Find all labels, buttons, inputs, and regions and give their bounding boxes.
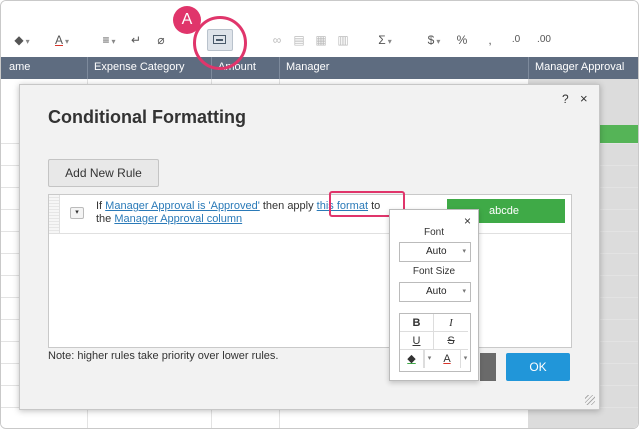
sum-icon: Σ	[378, 33, 386, 47]
image-button[interactable]: ▤	[291, 31, 307, 49]
chart-button[interactable]: ▦	[313, 31, 329, 49]
freeze-icon: ▥	[337, 33, 349, 47]
sum-button[interactable]: Σ ▾	[371, 31, 399, 49]
rules-list: ▾ If Manager Approval is 'Approved' then…	[48, 194, 572, 348]
style-grid: B I U S ◆ ▾ A ▾	[399, 313, 471, 372]
column-header[interactable]: Expense Category	[94, 61, 185, 73]
rule-menu-button[interactable]: ▾	[70, 207, 84, 219]
eraser-icon: ⌀	[157, 33, 165, 47]
font-size-label: Font Size	[412, 266, 456, 277]
column-header[interactable]: Manager Approval	[535, 61, 624, 73]
chevron-down-icon: ▾	[462, 288, 466, 295]
comma-icon: ,	[488, 33, 492, 47]
font-size-select[interactable]: Auto ▾	[399, 282, 471, 302]
thousands-button[interactable]: ,	[485, 31, 495, 49]
column-header[interactable]: ame	[9, 61, 30, 73]
text-color-icon: A	[54, 33, 63, 47]
dialog-title: Conditional Formatting	[48, 107, 246, 127]
image-icon: ▤	[293, 33, 305, 47]
currency-button[interactable]: $ ▾	[419, 31, 449, 49]
strikethrough-button[interactable]: S	[434, 332, 468, 350]
help-icon[interactable]: ?	[562, 92, 569, 106]
increase-decimal-button[interactable]: .00	[533, 31, 555, 49]
italic-button[interactable]: I	[434, 314, 468, 332]
target-column-link[interactable]: Manager Approval column	[114, 213, 242, 225]
fill-color-button[interactable]: ◆ ▾	[11, 31, 33, 49]
annotation-badge: A	[173, 6, 201, 34]
column-header[interactable]: Manager	[286, 61, 329, 73]
chevron-down-icon[interactable]: ▾	[424, 350, 434, 368]
increase-decimal-icon: .00	[537, 34, 551, 45]
align-button[interactable]: ≡ ▾	[97, 31, 121, 49]
wrap-text-button[interactable]: ↵	[128, 31, 144, 49]
ok-button[interactable]: OK	[506, 353, 570, 381]
font-select[interactable]: Auto ▾	[399, 242, 471, 262]
link-button[interactable]: ∞	[269, 31, 285, 49]
percent-button[interactable]: %	[455, 31, 469, 49]
align-icon: ≡	[102, 33, 110, 47]
add-new-rule-button[interactable]: Add New Rule	[48, 159, 159, 187]
rule-row[interactable]: ▾ If Manager Approval is 'Approved' then…	[49, 195, 571, 234]
fill-color-button[interactable]: ◆	[400, 350, 424, 368]
conditional-formatting-dialog: Conditional Formatting ? × Add New Rule …	[19, 84, 600, 410]
format-popup: × Font Auto ▾ Font Size Auto ▾ B I U S ◆ ▾…	[389, 209, 479, 381]
chevron-down-icon: ▾	[75, 209, 79, 216]
chart-icon: ▦	[315, 33, 327, 47]
percent-icon: %	[456, 33, 468, 47]
underline-button[interactable]: U	[400, 332, 434, 350]
chevron-down-icon[interactable]: ▾	[460, 350, 470, 368]
close-icon[interactable]: ×	[464, 214, 471, 228]
annotation-circle	[193, 16, 247, 70]
decrease-decimal-button[interactable]: .0	[507, 31, 525, 49]
text-color-icon: A	[443, 353, 451, 365]
toolbar: ◆ ▾ A ▾ ≡ ▾ ↵ ⌀ ∞ ▤ ▦ ▥ Σ ▾ $ ▾ % , .0 .00	[1, 1, 638, 64]
column-header-row: ame Expense Category Amount Manager Mana…	[1, 57, 638, 79]
chevron-down-icon: ▾	[462, 248, 466, 255]
spreadsheet-window: ◆ ▾ A ▾ ≡ ▾ ↵ ⌀ ∞ ▤ ▦ ▥ Σ ▾ $ ▾ % , .0 .00 am…	[0, 0, 639, 429]
cancel-button[interactable]	[480, 353, 496, 381]
currency-icon: $	[427, 33, 435, 47]
fill-color-icon: ◆	[407, 353, 416, 365]
wrap-icon: ↵	[130, 33, 142, 47]
text-color-button[interactable]: A ▾	[49, 31, 75, 49]
close-icon[interactable]: ×	[580, 91, 588, 106]
clear-format-button[interactable]: ⌀	[153, 31, 169, 49]
priority-note: Note: higher rules take priority over lo…	[48, 350, 279, 362]
freeze-button[interactable]: ▥	[335, 31, 351, 49]
fill-color-icon: ◆	[14, 33, 24, 47]
link-icon: ∞	[272, 33, 282, 47]
bold-button[interactable]: B	[400, 314, 434, 332]
drag-handle[interactable]	[49, 195, 60, 233]
condition-link[interactable]: Manager Approval is 'Approved'	[105, 200, 260, 212]
font-label: Font	[423, 227, 444, 238]
text-color-button[interactable]: A	[434, 350, 460, 368]
decrease-decimal-icon: .0	[511, 34, 521, 45]
resize-grip-icon[interactable]	[585, 395, 595, 405]
